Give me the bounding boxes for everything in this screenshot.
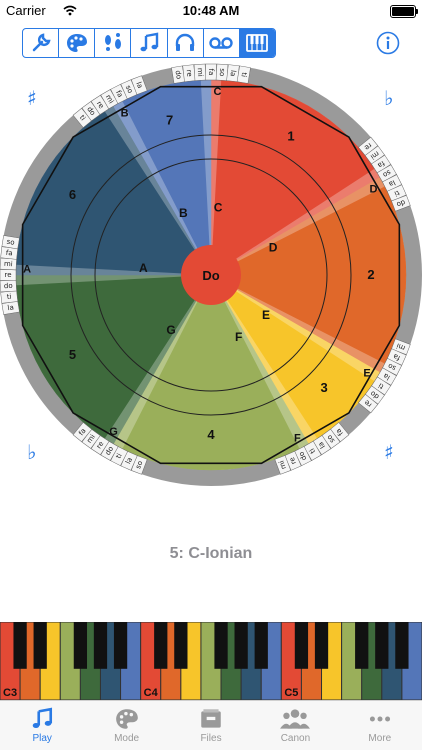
black-key[interactable] xyxy=(214,622,228,669)
solfege-tick-label: re xyxy=(4,271,11,279)
inner-note-a: A xyxy=(139,261,148,275)
inner-note-b: B xyxy=(179,206,188,220)
tab-play-label: Play xyxy=(32,733,52,744)
black-key[interactable] xyxy=(375,622,389,669)
info-icon[interactable] xyxy=(376,31,400,55)
black-key[interactable] xyxy=(13,622,27,669)
tab-more[interactable]: More xyxy=(338,701,422,750)
solfege-tick: re xyxy=(0,269,17,281)
palette-icon xyxy=(115,709,138,729)
current-mode-label: 5: C-Ionian xyxy=(169,545,253,562)
solfege-tick-label: so xyxy=(6,238,15,247)
black-key[interactable] xyxy=(314,622,329,669)
scale-degree-1: 1 xyxy=(287,128,294,143)
solfege-tick-label: fa xyxy=(5,249,13,258)
solfege-tick-label: mi xyxy=(4,260,13,268)
music-note-icon[interactable] xyxy=(131,29,168,57)
outer-note-g: G xyxy=(109,426,118,438)
scale-degree-4: 4 xyxy=(207,427,215,442)
tab-mode-label: Mode xyxy=(114,733,140,744)
tab-files[interactable]: Files xyxy=(169,701,253,750)
tab-more-label: More xyxy=(368,733,392,744)
scale-degree-3: 3 xyxy=(321,380,328,395)
solfege-tick-label: ti xyxy=(6,293,12,301)
solfege-tick-label: re xyxy=(185,69,194,77)
scale-degree-7: 7 xyxy=(166,112,173,127)
black-key[interactable] xyxy=(113,622,128,669)
solfege-tick: mi xyxy=(193,63,207,81)
black-key[interactable] xyxy=(93,622,108,669)
headphones-icon[interactable] xyxy=(168,29,204,57)
inner-note-e: E xyxy=(262,308,270,322)
music-note-icon xyxy=(32,707,53,729)
scale-degree-2: 2 xyxy=(367,267,374,282)
tool-selector xyxy=(22,28,276,58)
black-key[interactable] xyxy=(254,622,268,669)
footprints-icon[interactable] xyxy=(95,29,132,57)
solfege-tick: fa xyxy=(205,63,217,81)
more-icon xyxy=(369,716,390,722)
inner-note-f: F xyxy=(235,330,242,344)
scale-degree-6: 6 xyxy=(69,187,76,202)
wrench-icon[interactable] xyxy=(23,29,60,57)
solfege-tick-label: mi xyxy=(196,68,204,77)
solfege-tick-label: la xyxy=(7,303,14,312)
tab-files-label: Files xyxy=(200,733,222,744)
outer-note-b: B xyxy=(121,108,129,120)
black-key[interactable] xyxy=(395,622,409,669)
outer-note-f: F xyxy=(294,432,301,444)
black-key[interactable] xyxy=(174,622,188,669)
mode-wheel[interactable]: do re mi fa so la tiremifasolatidomifasolatido… xyxy=(0,60,422,500)
solfege-tick: re xyxy=(182,64,196,83)
tray-icon xyxy=(201,709,221,728)
piano-keyboard[interactable]: C3 C4 C5 xyxy=(0,622,422,700)
status-time: 10:48 AM xyxy=(182,3,240,18)
outer-note-a: A xyxy=(23,264,31,276)
inner-note-c: C xyxy=(214,200,223,214)
solfege-tick: ti xyxy=(0,290,19,304)
solfege-tick: mi xyxy=(0,257,17,271)
center-tonic-label: Do xyxy=(202,268,219,283)
group-icon xyxy=(280,709,311,729)
tab-canon-label: Canon xyxy=(280,733,311,744)
black-key[interactable] xyxy=(33,622,47,669)
outer-note-e: E xyxy=(363,368,370,380)
tab-canon[interactable]: Canon xyxy=(253,701,337,750)
black-key[interactable] xyxy=(294,622,309,669)
solfege-tick-label: do xyxy=(174,70,183,80)
black-key[interactable] xyxy=(154,622,168,669)
tab-mode[interactable]: Mode xyxy=(84,701,168,750)
solfege-tick: so xyxy=(1,235,20,250)
voicemail-icon[interactable] xyxy=(204,29,240,57)
palette-icon[interactable] xyxy=(59,29,96,57)
piano-icon[interactable] xyxy=(239,29,275,57)
inner-note-g: G xyxy=(166,323,175,337)
scale-degree-5: 5 xyxy=(69,347,76,362)
octave-label-c4: C4 xyxy=(144,687,159,699)
outer-note-c: C xyxy=(213,86,221,98)
solfege-tick: ti xyxy=(236,65,251,84)
solfege-tick-label: fa xyxy=(207,69,215,76)
solfege-tick: so xyxy=(215,63,229,81)
black-key[interactable] xyxy=(355,622,369,669)
solfege-tick-label: so xyxy=(218,68,226,76)
solfege-tick-label: la xyxy=(229,70,238,77)
tab-bar: Play Mode Files Canon More xyxy=(0,700,422,750)
outer-note-d: D xyxy=(369,184,377,196)
octave-label-c5: C5 xyxy=(284,687,298,699)
tab-play[interactable]: Play xyxy=(0,701,84,750)
black-key[interactable] xyxy=(73,622,88,669)
inner-note-d: D xyxy=(269,240,278,254)
octave-label-c3: C3 xyxy=(3,687,17,699)
solfege-tick: do xyxy=(0,279,17,293)
solfege-tick-label: do xyxy=(4,282,13,290)
battery-icon xyxy=(390,5,418,18)
status-bar: Carrier 10:48 AM xyxy=(0,0,422,22)
black-key[interactable] xyxy=(234,622,248,669)
